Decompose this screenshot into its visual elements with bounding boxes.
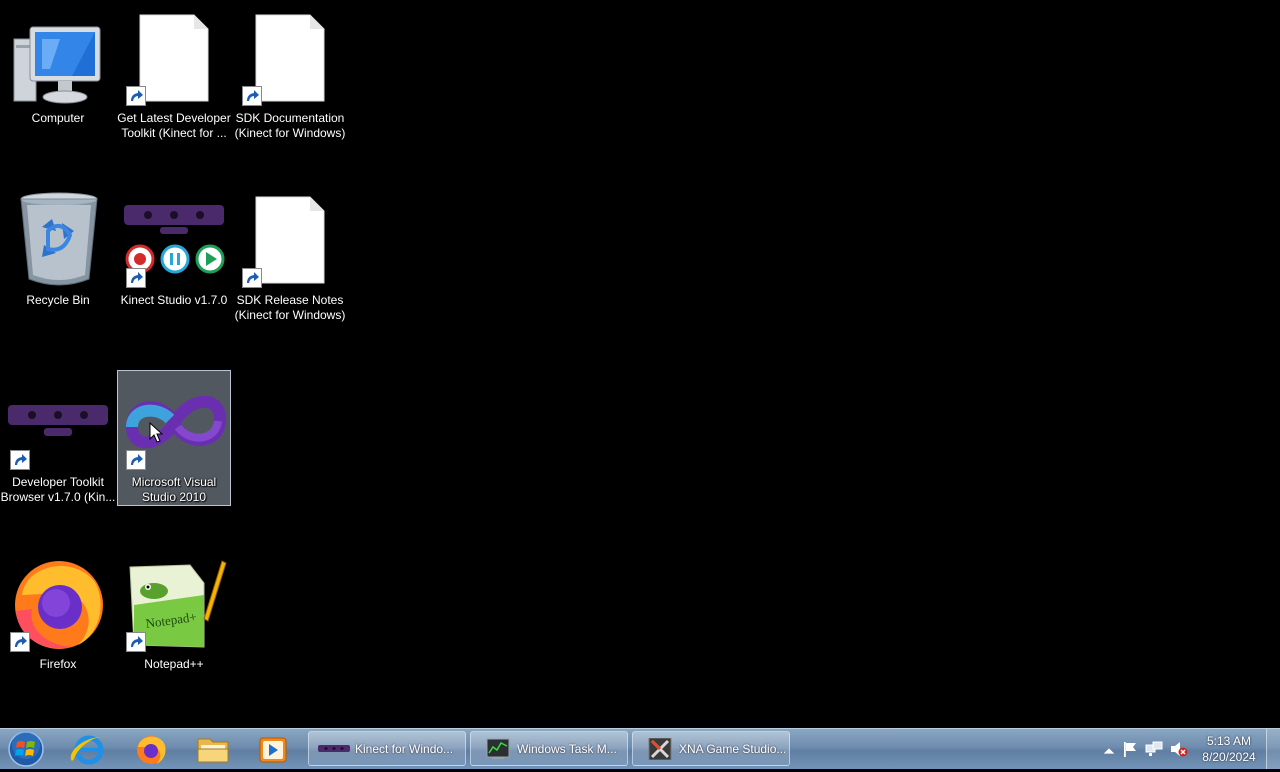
shortcut-arrow-icon (126, 632, 146, 652)
xna-icon (648, 738, 672, 760)
desktop-icon-firefox[interactable]: Firefox (1, 554, 115, 688)
taskbar-pin-firefox[interactable] (126, 731, 176, 767)
desktop-icon-label: Computer (31, 111, 85, 125)
desktop-icon-sdk-release-notes[interactable]: SDK Release Notes (Kinect for Windows) (233, 190, 347, 324)
shortcut-arrow-icon (242, 268, 262, 288)
shortcut-arrow-icon (126, 268, 146, 288)
shortcut-arrow-icon (126, 86, 146, 106)
clock-date: 8/20/2024 (1202, 750, 1256, 764)
action-center-flag-icon[interactable] (1121, 741, 1139, 757)
desktop-icon-developer-toolkit-browser[interactable]: Developer Toolkit Browser v1.7.0 (Kin... (1, 372, 115, 506)
firefox-icon (137, 736, 166, 764)
desktop-icon-label: Firefox (39, 657, 77, 671)
system-clock[interactable]: 5:13 AM 8/20/2024 (1196, 733, 1262, 765)
desktop-icon-visual-studio-2010[interactable]: Microsoft Visual Studio 2010 (117, 370, 231, 506)
taskbar: Kinect for Windo... Windows Task M... XN… (0, 728, 1280, 769)
internet-explorer-icon (70, 735, 106, 765)
desktop-icon-label: Get Latest Developer Toolkit (Kinect for… (117, 111, 231, 140)
folder-icon (197, 738, 229, 763)
desktop-icon-computer[interactable]: Computer (1, 8, 115, 142)
windows-start-orb-icon (8, 731, 44, 767)
desktop-icon-label: Developer Toolkit Browser v1.7.0 (Kin... (0, 475, 116, 504)
mouse-cursor-icon (149, 422, 163, 443)
desktop-icon-sdk-documentation[interactable]: SDK Documentation (Kinect for Windows) (233, 8, 347, 142)
desktop-icon-label: Recycle Bin (26, 293, 90, 307)
shortcut-arrow-icon (126, 450, 146, 470)
taskbar-task-label: XNA Game Studio... (679, 742, 785, 756)
media-player-icon (259, 737, 287, 763)
taskbar-pin-windows-explorer[interactable] (188, 731, 238, 767)
network-icon[interactable] (1145, 741, 1163, 757)
shortcut-arrow-icon (242, 86, 262, 106)
desktop-icon-kinect-studio[interactable]: Kinect Studio v1.7.0 (117, 190, 231, 324)
taskbar-task-label: Kinect for Windo... (355, 742, 454, 756)
computer-icon (13, 26, 101, 104)
desktop-icon-label: SDK Documentation (Kinect for Windows) (234, 111, 346, 140)
desktop: Computer Get Latest Developer Toolkit (K… (0, 0, 1280, 728)
recycle-bin-icon (20, 192, 98, 286)
task-manager-icon (486, 738, 510, 759)
desktop-icon-label: Microsoft Visual Studio 2010 (131, 475, 217, 504)
volume-muted-icon[interactable] (1170, 741, 1188, 757)
desktop-icon-notepad-plus-plus[interactable]: Notepad+ Notepad++ (117, 554, 231, 688)
taskbar-task-windows-task-manager[interactable]: Windows Task M... (470, 731, 628, 766)
taskbar-task-xna-game-studio[interactable]: XNA Game Studio... (632, 731, 790, 766)
taskbar-pin-internet-explorer[interactable] (64, 731, 114, 767)
desktop-icon-get-latest-toolkit[interactable]: Get Latest Developer Toolkit (Kinect for… (117, 8, 231, 142)
desktop-icon-recycle-bin[interactable]: Recycle Bin (1, 190, 115, 324)
kinect-sensor-icon (318, 745, 350, 752)
taskbar-task-label: Windows Task M... (517, 742, 617, 756)
taskbar-pin-windows-media-player[interactable] (248, 731, 298, 767)
shortcut-arrow-icon (10, 450, 30, 470)
show-hidden-icons-arrow-icon[interactable] (1100, 743, 1118, 759)
shortcut-arrow-icon (10, 632, 30, 652)
taskbar-task-kinect-for-windows[interactable]: Kinect for Windo... (308, 731, 466, 766)
desktop-icon-label: SDK Release Notes (Kinect for Windows) (234, 293, 346, 322)
desktop-icon-label: Kinect Studio v1.7.0 (120, 293, 228, 307)
start-button[interactable] (4, 731, 48, 767)
desktop-icon-label: Notepad++ (144, 657, 204, 671)
show-desktop-button[interactable] (1266, 729, 1280, 769)
clock-time: 5:13 AM (1206, 734, 1252, 748)
